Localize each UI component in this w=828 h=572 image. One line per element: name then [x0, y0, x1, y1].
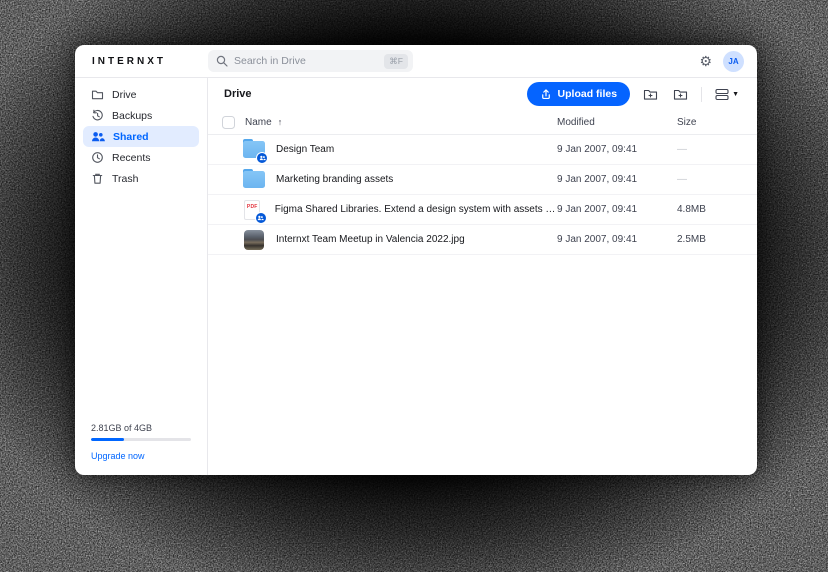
file-size: 2.5MB [677, 234, 757, 245]
main-header: Drive Upload files [208, 78, 757, 110]
file-name: Figma Shared Libraries. Extend a design … [271, 204, 557, 215]
app-window: INTERNXT Search in Drive ⌘F ⚙ JA Drive [75, 45, 757, 475]
sidebar-item-label: Backups [112, 110, 152, 122]
image-thumbnail [242, 229, 265, 251]
sidebar: Drive Backups Shared [75, 78, 208, 475]
table-header: Name ↑ Modified Size [208, 110, 757, 135]
file-modified: 9 Jan 2007, 09:41 [557, 234, 677, 245]
file-modified: 9 Jan 2007, 09:41 [557, 174, 677, 185]
sidebar-item-shared[interactable]: Shared [83, 126, 199, 147]
file-name: Marketing branding assets [272, 174, 393, 185]
table-row[interactable]: Design Team 9 Jan 2007, 09:41 — [208, 135, 757, 165]
storage-progress-fill [91, 438, 124, 441]
storage-widget: 2.81GB of 4GB Upgrade now [91, 423, 191, 461]
shared-folder-icon [242, 139, 265, 161]
clock-icon [91, 151, 104, 164]
table-row[interactable]: Marketing branding assets 9 Jan 2007, 09… [208, 165, 757, 195]
sidebar-item-drive[interactable]: Drive [83, 84, 199, 105]
avatar[interactable]: JA [723, 51, 744, 72]
table-row[interactable]: PDF Figma Shared Libraries. Extend a des… [208, 195, 757, 225]
folder-icon [91, 88, 104, 101]
sidebar-item-label: Drive [112, 89, 137, 101]
file-modified: 9 Jan 2007, 09:41 [557, 204, 677, 215]
upload-icon [540, 88, 552, 100]
shared-people-icon [91, 130, 105, 143]
topbar-right: ⚙ JA [699, 51, 757, 72]
file-name: Internxt Team Meetup in Valencia 2022.jp… [272, 234, 465, 245]
folder-plus-icon [673, 88, 688, 101]
search-icon [216, 55, 228, 67]
sidebar-item-recents[interactable]: Recents [83, 147, 199, 168]
storage-progress-bar [91, 438, 191, 441]
pdf-file-icon: PDF [241, 199, 264, 221]
settings-gear-icon[interactable]: ⚙ [699, 54, 712, 68]
file-name: Design Team [272, 144, 334, 155]
folder-icon [242, 169, 265, 191]
search-shortcut-badge: ⌘F [384, 54, 408, 69]
table-row[interactable]: Internxt Team Meetup in Valencia 2022.jp… [208, 225, 757, 255]
file-size: 4.8MB [677, 204, 757, 215]
column-header-name[interactable]: Name ↑ [208, 116, 557, 129]
topbar: INTERNXT Search in Drive ⌘F ⚙ JA [75, 45, 757, 78]
backup-clock-icon [91, 109, 104, 122]
chevron-down-icon: ▼ [732, 91, 739, 98]
select-all-checkbox[interactable] [222, 116, 235, 129]
header-actions: Upload files [527, 82, 741, 106]
view-mode-button[interactable]: ▼ [713, 86, 741, 103]
file-size: — [677, 174, 757, 185]
upload-folder-button[interactable] [641, 86, 660, 103]
trash-icon [91, 172, 104, 185]
column-header-modified: Modified [557, 117, 677, 128]
upload-files-label: Upload files [558, 88, 618, 100]
file-modified: 9 Jan 2007, 09:41 [557, 144, 677, 155]
actions-divider [701, 87, 702, 102]
internxt-logo: INTERNXT [75, 56, 208, 67]
list-view-icon [715, 88, 729, 101]
breadcrumb: Drive [224, 88, 252, 100]
shared-badge-icon [256, 152, 268, 164]
name-header-label: Name [245, 117, 272, 128]
shared-badge-icon [255, 212, 267, 224]
main-panel: Drive Upload files [208, 78, 757, 475]
sort-ascending-icon: ↑ [278, 117, 283, 127]
search-placeholder: Search in Drive [234, 55, 384, 67]
file-size: — [677, 144, 757, 155]
upload-files-button[interactable]: Upload files [527, 82, 631, 106]
sidebar-item-backups[interactable]: Backups [83, 105, 199, 126]
column-header-size: Size [677, 117, 757, 128]
sidebar-item-trash[interactable]: Trash [83, 168, 199, 189]
search-input[interactable]: Search in Drive ⌘F [208, 50, 413, 72]
create-folder-button[interactable] [671, 86, 690, 103]
sidebar-item-label: Recents [112, 152, 151, 164]
upgrade-now-link[interactable]: Upgrade now [91, 451, 191, 461]
sidebar-item-label: Trash [112, 173, 138, 185]
storage-usage-text: 2.81GB of 4GB [91, 423, 191, 433]
sidebar-item-label: Shared [113, 131, 149, 143]
folder-plus-icon [643, 88, 658, 101]
